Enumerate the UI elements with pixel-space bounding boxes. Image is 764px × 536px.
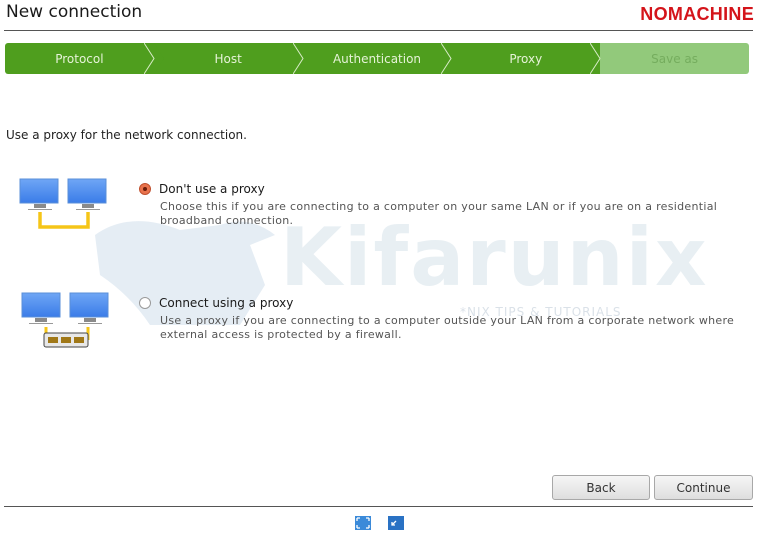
proxy-network-icon [21, 292, 109, 348]
wizard-steps: Protocol Host Authentication Proxy Save … [5, 43, 749, 74]
no-proxy-label[interactable]: Don't use a proxy [159, 182, 265, 196]
step-separator-chevron [292, 43, 304, 74]
window-title: New connection [6, 2, 143, 22]
fullscreen-icon[interactable] [355, 516, 371, 530]
step-label: Save as [651, 51, 699, 66]
step-proxy: Proxy [451, 43, 601, 74]
step-authentication: Authentication [302, 43, 452, 74]
step-separator-chevron [143, 43, 164, 74]
header-divider [4, 30, 753, 31]
direct-network-icon [19, 178, 107, 229]
minimize-window-icon[interactable] [388, 516, 404, 530]
use-proxy-radio[interactable] [139, 297, 151, 309]
step-protocol: Protocol [5, 43, 164, 74]
no-proxy-description: Choose this if you are connecting to a c… [160, 200, 718, 227]
step-label: Protocol [55, 51, 104, 66]
step-label: Proxy [509, 51, 543, 66]
step-label: Host [214, 51, 242, 66]
footer-divider [4, 506, 753, 507]
step-save-as: Save as [600, 43, 749, 74]
continue-button[interactable]: Continue [654, 475, 753, 500]
intro-text: Use a proxy for the network connection. [6, 128, 247, 142]
back-button[interactable]: Back [552, 475, 650, 500]
step-separator-chevron [441, 43, 452, 74]
step-host: Host [153, 43, 304, 74]
step-separator-chevron [590, 43, 601, 74]
step-label: Authentication [332, 51, 422, 66]
nomachine-logo: NOMACHINE [640, 4, 754, 24]
use-proxy-description: Use a proxy if you are connecting to a c… [160, 314, 735, 341]
use-proxy-label[interactable]: Connect using a proxy [159, 296, 293, 310]
no-proxy-radio[interactable] [139, 183, 151, 195]
